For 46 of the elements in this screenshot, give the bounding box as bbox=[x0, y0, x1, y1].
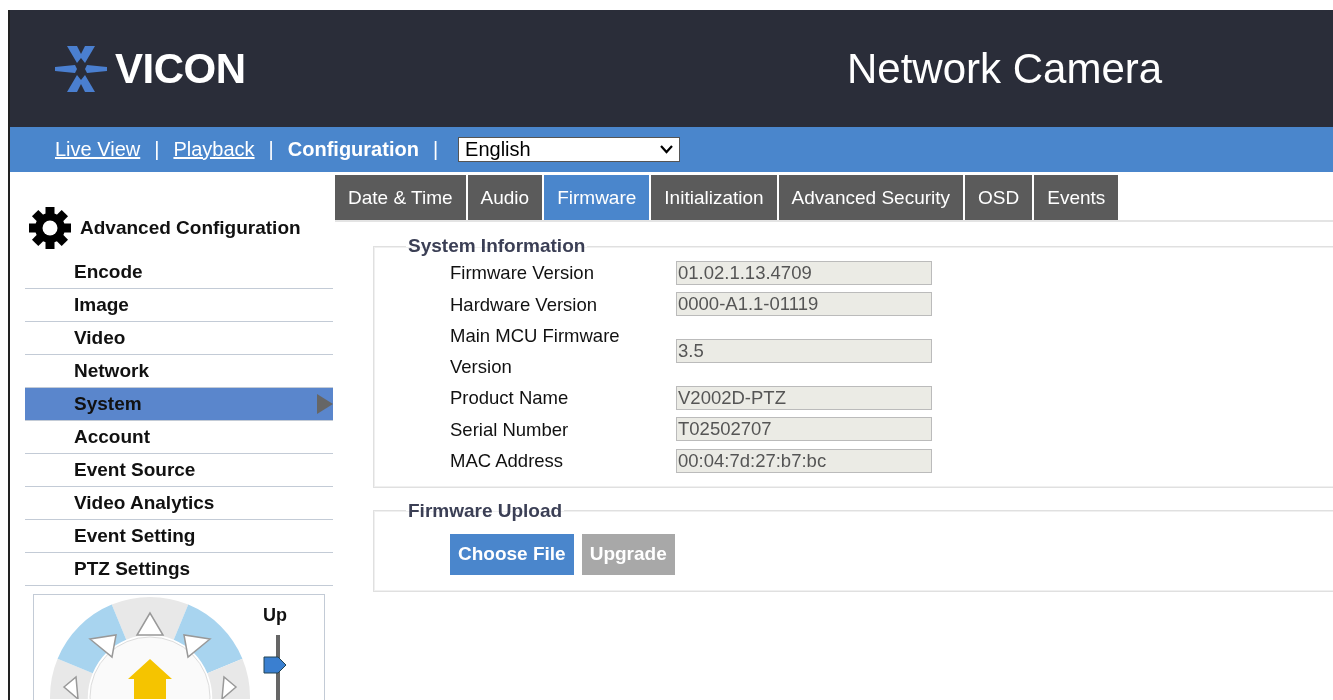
separator: | bbox=[432, 138, 439, 161]
field-label: Main MCU Firmware Version bbox=[450, 324, 621, 379]
nav-link[interactable]: Configuration bbox=[287, 138, 419, 161]
separator: | bbox=[268, 138, 274, 161]
field-label: Firmware Version bbox=[450, 261, 595, 286]
field-label: Hardware Version bbox=[450, 292, 599, 317]
input-field[interactable]: T02502707 bbox=[676, 417, 932, 442]
separator: | bbox=[154, 138, 160, 161]
sidebar-item[interactable]: Event Source bbox=[25, 454, 333, 487]
chevron-down-icon bbox=[660, 145, 674, 154]
upload-button[interactable]: Choose File bbox=[450, 533, 574, 575]
sidebar-item[interactable]: Image bbox=[25, 289, 333, 322]
field-label: MAC Address bbox=[450, 449, 565, 474]
input-field[interactable]: V2002D-PTZ bbox=[676, 385, 932, 410]
tab[interactable]: Audio bbox=[467, 175, 543, 220]
tab[interactable]: Advanced Security bbox=[778, 175, 964, 220]
page-title: Network Camera bbox=[847, 44, 1163, 93]
gear-icon bbox=[28, 206, 72, 250]
logo-icon bbox=[55, 45, 107, 92]
triangle-right-icon bbox=[317, 394, 333, 414]
tab[interactable]: Firmware bbox=[544, 175, 650, 220]
tab[interactable]: Date & Time bbox=[335, 175, 466, 220]
input-field[interactable]: 3.5 bbox=[676, 339, 932, 363]
input-field[interactable]: 0000-A1.1-01119 bbox=[676, 292, 932, 317]
sidebar-item[interactable]: Video bbox=[25, 322, 333, 355]
sidebar-item[interactable]: Encode bbox=[25, 256, 333, 289]
sidebar-item[interactable]: System bbox=[25, 388, 333, 421]
sidebar-item[interactable]: PTZ Settings bbox=[25, 553, 333, 586]
section-title: Firmware Upload bbox=[407, 499, 564, 522]
input-field[interactable]: 01.02.1.13.4709 bbox=[676, 260, 932, 285]
tab[interactable]: OSD bbox=[965, 175, 1033, 220]
field-label: Serial Number bbox=[450, 417, 570, 442]
language-dropdown[interactable]: English bbox=[458, 137, 681, 162]
sidebar-heading: Advanced Configuration bbox=[80, 217, 301, 239]
sidebar-item[interactable]: Event Setting bbox=[25, 520, 333, 553]
nav-link[interactable]: Playback bbox=[173, 138, 255, 161]
input-field[interactable]: 00:04:7d:27:b7:bc bbox=[676, 448, 932, 473]
logo-text: VICON bbox=[115, 44, 246, 93]
tab[interactable]: Initialization bbox=[651, 175, 777, 220]
sidebar-item[interactable]: Account bbox=[25, 421, 333, 454]
slider-label: Up bbox=[263, 605, 287, 626]
nav-link[interactable]: Live View bbox=[55, 138, 141, 161]
field-label: Product Name bbox=[450, 386, 570, 411]
sidebar-item[interactable]: Video Analytics bbox=[25, 487, 333, 520]
tab[interactable]: Events bbox=[1034, 175, 1119, 220]
section-title: System Information bbox=[407, 235, 587, 257]
